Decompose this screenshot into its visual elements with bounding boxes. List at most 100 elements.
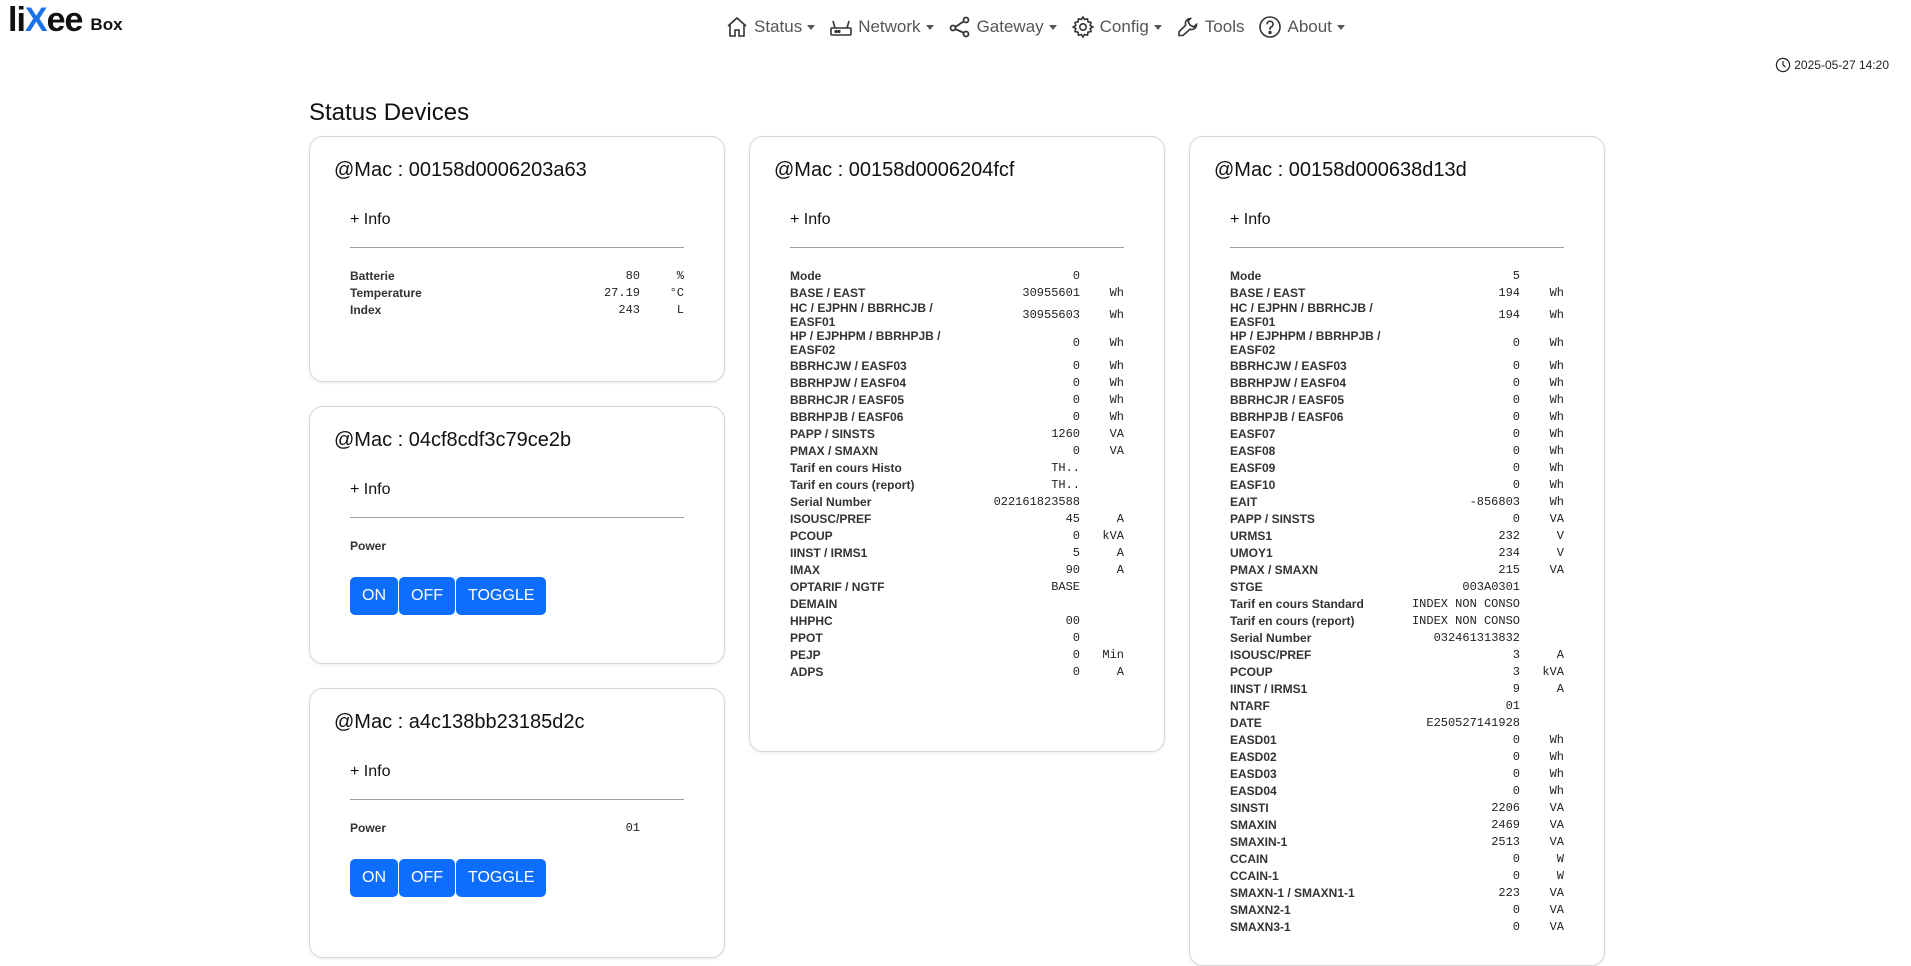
- attribute-value: 01: [625, 820, 640, 835]
- attribute-row: BBRHCJR / EASF05 0 Wh: [790, 391, 1124, 408]
- attribute-row: OPTARIF / NGTF BASE: [790, 578, 1124, 595]
- attribute-row: Power 01: [350, 819, 684, 836]
- device-card: @Mac : a4c138bb23185d2c + Info Power 01 O…: [309, 688, 725, 958]
- attribute-row: ADPS 0 A: [790, 663, 1124, 680]
- attribute-unit: A: [1116, 511, 1124, 526]
- chevron-down-icon: [1336, 24, 1345, 30]
- attribute-row: BBRHPJB / EASF06 0 Wh: [790, 408, 1124, 425]
- attribute-value: 0: [1512, 749, 1520, 764]
- attribute-label: Mode: [1230, 268, 1262, 283]
- navbar: liXee Box Status Network Gateway Config …: [0, 0, 1911, 73]
- attribute-label: IINST / IRMS1: [1230, 681, 1308, 696]
- toggle-button[interactable]: TOGGLE: [456, 859, 547, 897]
- attribute-value: 223: [1498, 885, 1520, 900]
- attribute-row: SMAXN2-1 0 VA: [1230, 901, 1564, 918]
- info-toggle[interactable]: + Info: [350, 481, 390, 499]
- attribute-row: EASF09 0 Wh: [1230, 459, 1564, 476]
- attribute-label: EASD02: [1230, 749, 1277, 764]
- attribute-label: Mode: [790, 268, 822, 283]
- attribute-unit: Wh: [1109, 392, 1124, 407]
- attribute-value: 0: [1512, 426, 1520, 441]
- attribute-value: 3: [1512, 647, 1520, 662]
- attribute-row: EASD01 0 Wh: [1230, 731, 1564, 748]
- attribute-row: Temperature 27.19 °C: [350, 284, 684, 301]
- attribute-row: SMAXIN-1 2513 VA: [1230, 833, 1564, 850]
- info-toggle[interactable]: + Info: [350, 763, 390, 781]
- off-button[interactable]: OFF: [399, 859, 455, 897]
- brand-name: Box: [90, 15, 123, 34]
- attribute-label: EASD04: [1230, 783, 1277, 798]
- attribute-row: PCOUP 3 kVA: [1230, 663, 1564, 680]
- attribute-row: BBRHPJB / EASF06 0 Wh: [1230, 408, 1564, 425]
- attribute-row: PAPP / SINSTS 0 VA: [1230, 510, 1564, 527]
- nav-config[interactable]: Config: [1064, 12, 1169, 42]
- attribute-unit: Wh: [1549, 477, 1564, 492]
- attribute-value: 0: [1072, 664, 1080, 679]
- off-button[interactable]: OFF: [399, 577, 455, 615]
- attribute-value: 0: [1072, 409, 1080, 424]
- device-mac: @Mac : a4c138bb23185d2c: [334, 711, 585, 733]
- nav-config-label: Config: [1099, 17, 1149, 36]
- attribute-row: Tarif en cours (report) INDEX NON CONSO: [1230, 612, 1564, 629]
- on-button[interactable]: ON: [350, 577, 398, 615]
- attribute-value: 5: [1512, 268, 1520, 283]
- attribute-value: 0: [1512, 336, 1520, 350]
- attribute-label: HC / EJPHN / BBRHCJB / EASF01: [790, 301, 933, 329]
- attribute-label: PMAX / SMAXN: [790, 443, 879, 458]
- nav-about[interactable]: About: [1251, 12, 1351, 42]
- attribute-row: DATE E250527141928: [1230, 714, 1564, 731]
- brand[interactable]: liXee Box: [8, 2, 123, 38]
- device-mac: @Mac : 00158d000638d13d: [1214, 159, 1467, 181]
- nav-status[interactable]: Status: [718, 12, 822, 42]
- attribute-label: HHPHC: [790, 613, 833, 628]
- attribute-value: TH..: [1051, 477, 1080, 492]
- nav-about-label: About: [1287, 17, 1332, 36]
- attribute-row: Tarif en cours Standard INDEX NON CONSO: [1230, 595, 1564, 612]
- attribute-row: Serial Number 032461313832: [1230, 629, 1564, 646]
- attribute-unit: W: [1556, 868, 1564, 883]
- attribute-row: BBRHCJR / EASF05 0 Wh: [1230, 391, 1564, 408]
- attribute-label: BBRHCJR / EASF05: [790, 392, 905, 407]
- device-card: @Mac : 00158d000638d13d + Info Mode 5 BASE…: [1189, 136, 1605, 966]
- nav-network[interactable]: Network: [822, 12, 940, 42]
- attribute-value: 0: [1072, 375, 1080, 390]
- attribute-unit: Wh: [1549, 766, 1564, 781]
- attribute-value: 0: [1072, 630, 1080, 645]
- attribute-row: Serial Number 022161823588: [790, 493, 1124, 510]
- info-toggle[interactable]: + Info: [1230, 211, 1270, 229]
- info-toggle[interactable]: + Info: [790, 211, 830, 229]
- attribute-unit: Wh: [1109, 409, 1124, 424]
- nav-gateway[interactable]: Gateway: [941, 12, 1064, 42]
- attribute-label: IMAX: [790, 562, 820, 577]
- attribute-label: PCOUP: [1230, 664, 1273, 679]
- attribute-label: BASE / EAST: [1230, 285, 1306, 300]
- attribute-label: Power: [350, 820, 387, 835]
- attribute-unit: Wh: [1549, 409, 1564, 424]
- attribute-row: HP / EJPHPM / BBRHPJB / EASF02 0 Wh: [1230, 329, 1564, 357]
- attribute-label: Tarif en cours Histo: [790, 460, 902, 475]
- attribute-unit: °C: [669, 285, 684, 300]
- attribute-row: IMAX 90 A: [790, 561, 1124, 578]
- attribute-value: 01: [1505, 698, 1520, 713]
- attribute-label: Batterie: [350, 268, 395, 283]
- toggle-button[interactable]: TOGGLE: [456, 577, 547, 615]
- attribute-label: PEJP: [790, 647, 821, 662]
- device-card: @Mac : 00158d0006204fcf + Info Mode 0 BASE…: [749, 136, 1165, 752]
- nav-tools[interactable]: Tools: [1169, 12, 1252, 42]
- attribute-unit: A: [1556, 647, 1564, 662]
- attribute-unit: Wh: [1549, 460, 1564, 475]
- attribute-unit: VA: [1109, 426, 1124, 441]
- attribute-value: 45: [1065, 511, 1080, 526]
- attribute-unit: A: [1116, 562, 1124, 577]
- attribute-row: NTARF 01: [1230, 697, 1564, 714]
- on-button[interactable]: ON: [350, 859, 398, 897]
- attribute-row: EASF10 0 Wh: [1230, 476, 1564, 493]
- chevron-down-icon: [925, 24, 934, 30]
- attribute-value: 27.19: [603, 285, 640, 300]
- attribute-row: BASE / EAST 194 Wh: [1230, 284, 1564, 301]
- attribute-unit: Wh: [1549, 285, 1564, 300]
- attribute-unit: Wh: [1549, 443, 1564, 458]
- attribute-label: SINSTI: [1230, 800, 1269, 815]
- info-toggle[interactable]: + Info: [350, 211, 390, 229]
- attribute-value: 0: [1512, 392, 1520, 407]
